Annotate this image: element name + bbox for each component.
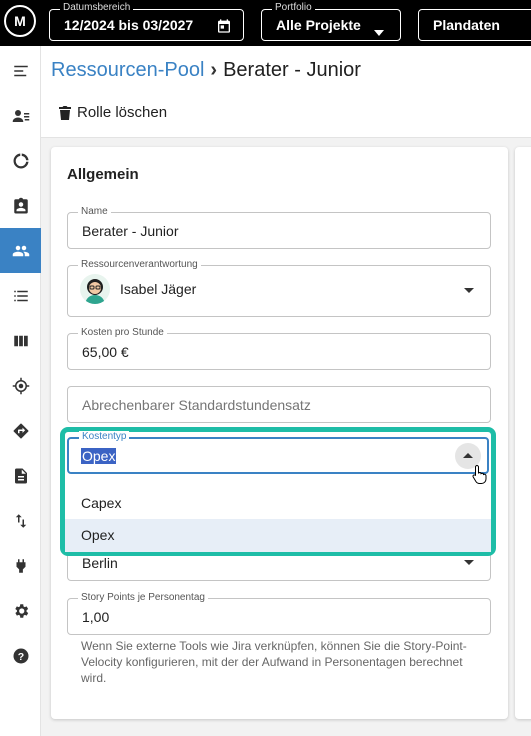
cost-type-option-opex[interactable]: Opex (65, 519, 491, 552)
sidebar-item-targets[interactable] (0, 363, 41, 408)
story-points-value: 1,00 (82, 609, 110, 625)
sidebar: ? (0, 46, 41, 736)
page-header: Ressourcen-Pool › Berater - Junior Rolle l… (41, 46, 531, 138)
owner-label: Ressourcenverantwortung (78, 259, 201, 271)
cost-per-hour-label: Kosten pro Stunde (78, 327, 167, 339)
help-icon: ? (13, 648, 28, 663)
view-select[interactable]: Plandaten (418, 9, 531, 41)
gear-icon (14, 603, 28, 618)
view-value: Plandaten (433, 17, 500, 33)
plug-icon (16, 558, 25, 573)
section-title: Allgemein (67, 166, 139, 183)
billable-rate-placeholder: Abrechenbarer Standardstundensatz (82, 397, 311, 413)
donut-chart-icon (13, 153, 28, 168)
cost-type-label: Kostentyp (79, 431, 130, 443)
date-range-label: Datumsbereich (60, 2, 134, 14)
owner-select[interactable]: Ressourcenverantwortung Isabel Jäger (67, 259, 491, 317)
sidebar-item-boards[interactable] (0, 318, 41, 363)
breadcrumb: Ressourcen-Pool › Berater - Junior (51, 59, 361, 82)
cost-type-option-capex[interactable]: Capex (65, 487, 491, 520)
cost-type-select[interactable]: Kostentyp Opex (67, 431, 489, 474)
person-list-icon (12, 109, 29, 122)
portfolio-select[interactable]: Portfolio Alle Projekte (261, 2, 401, 41)
sidebar-item-transfers[interactable] (0, 498, 41, 543)
app-logo[interactable]: M (4, 5, 36, 37)
chevron-down-icon (464, 560, 474, 565)
crosshair-icon (12, 377, 29, 394)
document-icon (14, 468, 27, 483)
sidebar-item-routing[interactable] (0, 408, 41, 453)
sidebar-item-contacts[interactable] (0, 93, 41, 138)
breadcrumb-parent-link[interactable]: Ressourcen-Pool (51, 59, 204, 81)
clipboard-user-icon (13, 197, 28, 213)
hand-cursor-icon (472, 464, 488, 489)
sidebar-item-integrations[interactable] (0, 543, 41, 588)
billable-rate-field[interactable]: Abrechenbarer Standardstundensatz (67, 386, 491, 423)
top-bar: M Datumsbereich 12/2024 bis 03/2027 Port… (0, 0, 531, 46)
svg-text:?: ? (17, 650, 23, 662)
chevron-down-icon (374, 23, 384, 41)
sidebar-item-menu-toggle[interactable] (0, 48, 41, 93)
location-value: Berlin (82, 555, 118, 571)
sidebar-item-list[interactable] (0, 273, 41, 318)
portfolio-label: Portfolio (272, 2, 315, 14)
cost-per-hour-field[interactable]: Kosten pro Stunde 65,00 € (67, 327, 491, 370)
swap-icon (15, 513, 26, 528)
delete-role-label: Rolle löschen (77, 104, 168, 121)
secondary-card (515, 147, 531, 719)
avatar (80, 274, 110, 304)
owner-value: Isabel Jäger (120, 281, 197, 297)
story-points-helper-text: Wenn Sie externe Tools wie Jira verknüpf… (81, 639, 467, 685)
name-value: Berater - Junior (82, 223, 179, 239)
sidebar-item-dashboard[interactable] (0, 138, 41, 183)
date-range-picker[interactable]: Datumsbereich 12/2024 bis 03/2027 (49, 2, 244, 41)
sidebar-item-assignments[interactable] (0, 183, 41, 228)
columns-icon (13, 335, 28, 346)
page-title: Berater - Junior (223, 59, 361, 81)
cost-per-hour-value: 65,00 € (82, 344, 129, 360)
chevron-down-icon (464, 288, 474, 293)
delete-role-button[interactable]: Rolle löschen (59, 104, 167, 121)
list-icon (13, 290, 28, 301)
people-icon (12, 245, 29, 256)
menu-icon (13, 65, 28, 76)
name-field[interactable]: Name Berater - Junior (67, 206, 491, 249)
calendar-icon[interactable] (216, 18, 232, 39)
cost-type-dropdown-highlight: Kostentyp Opex Capex Opex (60, 427, 496, 556)
breadcrumb-separator: › (210, 59, 218, 81)
sidebar-item-documents[interactable] (0, 453, 41, 498)
sidebar-item-help[interactable]: ? (0, 633, 41, 678)
diamond-arrow-icon (13, 423, 28, 438)
story-points-field[interactable]: Story Points je Personentag 1,00 (67, 592, 491, 635)
portfolio-value: Alle Projekte (276, 17, 361, 33)
sidebar-item-settings[interactable] (0, 588, 41, 633)
trash-icon (59, 105, 71, 120)
story-points-label: Story Points je Personentag (78, 592, 208, 604)
cost-type-value: Opex (81, 448, 117, 464)
sidebar-item-resource-pool[interactable] (0, 228, 41, 273)
date-range-value: 12/2024 bis 03/2027 (64, 17, 194, 33)
name-label: Name (78, 206, 111, 218)
